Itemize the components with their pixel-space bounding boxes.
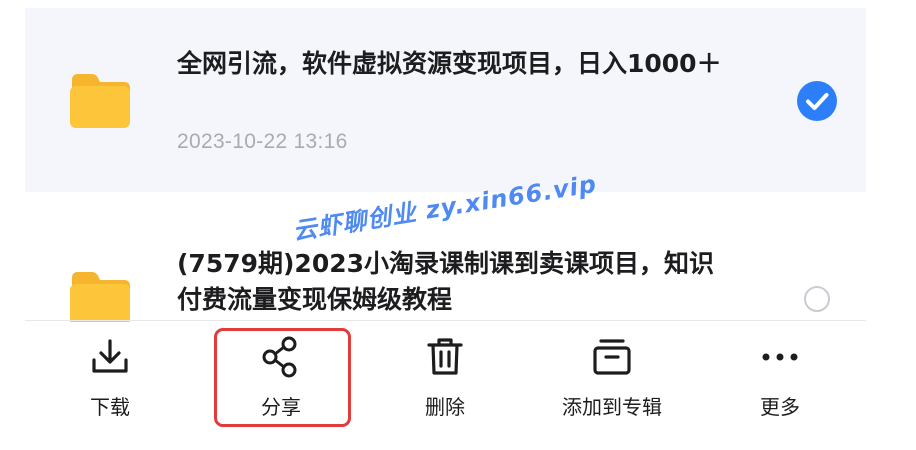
- delete-label: 删除: [425, 395, 465, 419]
- bottom-toolbar: 下载 分享 删除 添加到专辑 更多: [0, 321, 916, 450]
- trash-icon: [427, 338, 463, 375]
- list-item[interactable]: 全网引流，软件虚拟资源变现项目，日入1000＋ 2023-10-22 13:16: [25, 8, 866, 192]
- checkbox-unchecked[interactable]: [804, 286, 830, 312]
- add-to-album-button[interactable]: 添加到专辑: [540, 321, 684, 431]
- delete-button[interactable]: 删除: [395, 321, 495, 431]
- file-title: (7579期)2023小淘录课制课到卖课项目，知识付费流量变现保姆级教程: [177, 249, 715, 314]
- download-icon: [92, 339, 128, 373]
- add-to-album-label: 添加到专辑: [562, 395, 662, 419]
- folder-icon: [70, 74, 130, 128]
- file-title: 全网引流，软件虚拟资源变现项目，日入1000＋: [177, 49, 722, 78]
- checkbox-checked[interactable]: [797, 81, 837, 121]
- checkmark-icon: [806, 93, 829, 110]
- file-list: 全网引流，软件虚拟资源变现项目，日入1000＋ 2023-10-22 13:16…: [25, 0, 866, 322]
- download-button[interactable]: 下载: [60, 321, 160, 431]
- album-icon: [593, 339, 631, 375]
- file-date: 2023-10-22 13:16: [177, 130, 348, 153]
- more-label: 更多: [760, 395, 800, 419]
- more-button[interactable]: 更多: [730, 321, 830, 431]
- folder-icon: [70, 272, 130, 322]
- more-icon: [762, 353, 798, 361]
- download-label: 下载: [90, 395, 130, 419]
- share-highlight-box: [214, 328, 351, 427]
